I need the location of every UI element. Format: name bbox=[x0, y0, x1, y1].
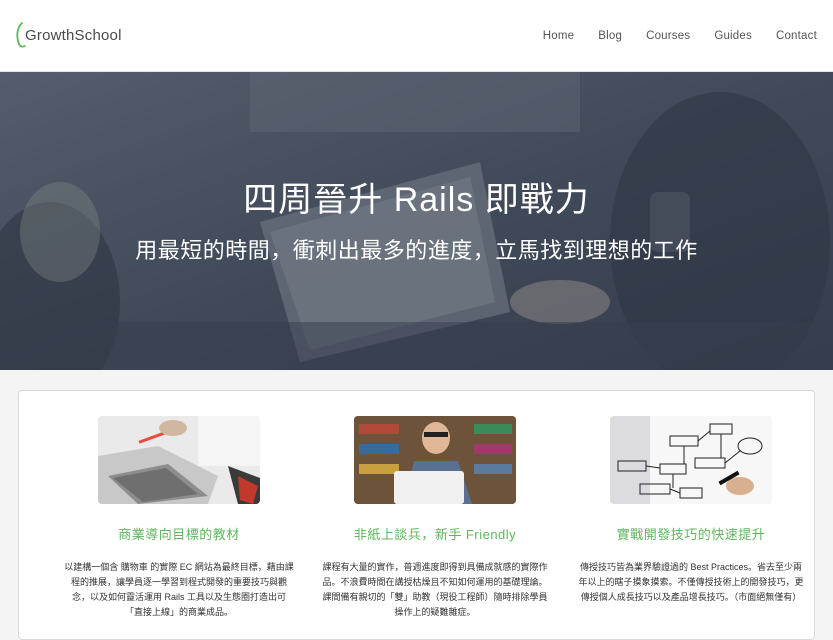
features-card: 商業導向目標的教材 以建構一個含 購物車 的實際 EC 網站為最終目標，藉由課程… bbox=[18, 390, 815, 640]
nav-home-link[interactable]: Home bbox=[543, 30, 574, 42]
hero-title: 四周晉升 Rails 即戰力 bbox=[243, 181, 590, 219]
brand-logo[interactable]: GrowthSchool bbox=[16, 22, 122, 48]
feature-title: 商業導向目標的教材 bbox=[118, 527, 240, 542]
feature-title: 非紙上談兵，新手 Friendly bbox=[353, 527, 517, 542]
feature-title: 實戰開發技巧的快速提升 bbox=[616, 527, 766, 542]
top-navbar: GrowthSchool Home Blog Courses Guides Co… bbox=[0, 0, 833, 72]
student-library-image bbox=[354, 416, 516, 504]
feature-item: 商業導向目標的教材 以建構一個含 購物車 的實際 EC 網站為最終目標，藉由課程… bbox=[54, 416, 304, 620]
nav-courses-link[interactable]: Courses bbox=[646, 30, 690, 42]
hero-banner: 四周晉升 Rails 即戰力 用最短的時間，衝刺出最多的進度，立馬找到理想的工作 bbox=[0, 72, 833, 370]
hero-subtitle: 用最短的時間，衝刺出最多的進度，立馬找到理想的工作 bbox=[135, 238, 698, 263]
feature-description: 以建構一個含 購物車 的實際 EC 網站為最終目標，藉由課程的推展，讓學員逐一學… bbox=[64, 562, 294, 617]
nav-contact-link[interactable]: Contact bbox=[776, 30, 817, 42]
nav-guides-link[interactable]: Guides bbox=[714, 30, 752, 42]
hero-overlay bbox=[0, 72, 833, 370]
brand-name: GrowthSchool bbox=[25, 26, 122, 44]
feature-description: 傳授技巧皆為業界驗證過的 Best Practices。省去至少兩年以上的瞎子摸… bbox=[578, 562, 804, 602]
main-nav: Home Blog Courses Guides Contact bbox=[543, 30, 817, 42]
feature-description: 課程有大量的實作，普週進度即得到具備成就感的實際作品。不浪費時間在講授枯燥且不知… bbox=[322, 562, 548, 617]
laptop-desk-image bbox=[98, 416, 260, 504]
flowchart-image bbox=[610, 416, 772, 504]
feature-item: 非紙上談兵，新手 Friendly 課程有大量的實作，普週進度即得到具備成就感的… bbox=[310, 416, 560, 620]
nav-blog-link[interactable]: Blog bbox=[598, 30, 622, 42]
feature-item: 實戰開發技巧的快速提升 傳授技巧皆為業界驗證過的 Best Practices。… bbox=[566, 416, 816, 605]
